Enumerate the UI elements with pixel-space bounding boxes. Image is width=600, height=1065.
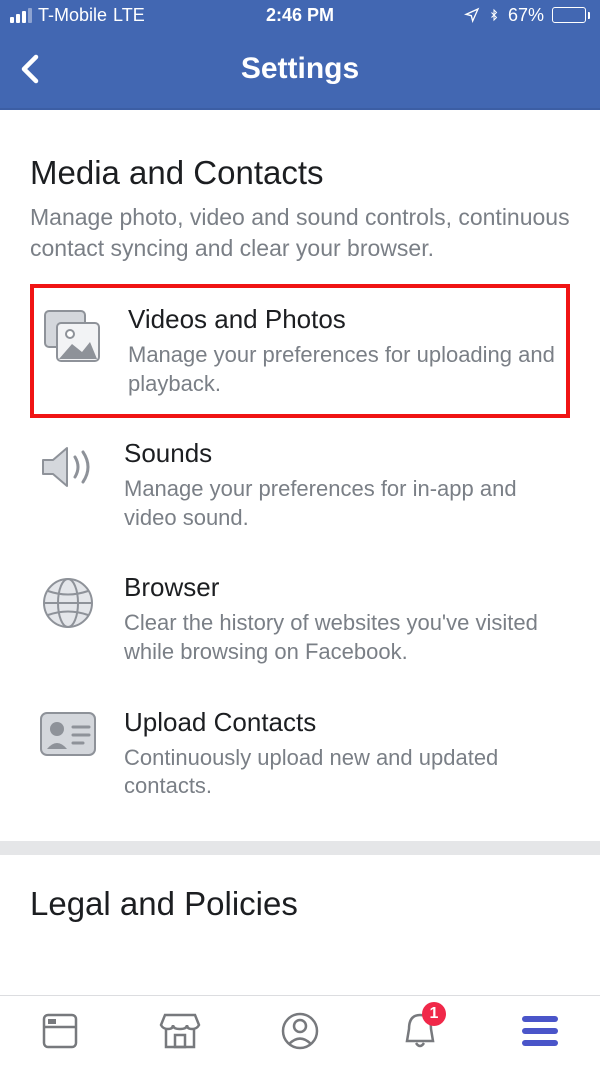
battery-icon	[552, 7, 590, 23]
status-left: T-Mobile LTE	[10, 5, 266, 26]
bluetooth-icon	[488, 6, 500, 24]
tab-profile[interactable]	[270, 1006, 330, 1056]
contact-card-icon	[38, 711, 98, 757]
hamburger-icon	[522, 1016, 558, 1046]
tab-news-feed[interactable]	[30, 1006, 90, 1056]
profile-icon	[280, 1011, 320, 1051]
news-feed-icon	[40, 1011, 80, 1051]
tab-marketplace[interactable]	[150, 1006, 210, 1056]
row-upload-contacts[interactable]: Upload Contacts Continuously upload new …	[30, 687, 570, 821]
section-desc-media: Manage photo, video and sound controls, …	[30, 202, 570, 264]
sound-icon	[38, 442, 98, 492]
row-desc: Continuously upload new and updated cont…	[124, 744, 562, 801]
carrier-label: T-Mobile	[38, 5, 107, 26]
row-title: Videos and Photos	[128, 304, 558, 335]
row-desc: Clear the history of websites you've vis…	[124, 609, 562, 666]
content: Media and Contacts Manage photo, video a…	[0, 110, 600, 995]
row-videos-photos[interactable]: Videos and Photos Manage your preference…	[30, 284, 570, 418]
row-title: Sounds	[124, 438, 562, 469]
section-title-media: Media and Contacts	[30, 154, 570, 192]
row-sounds[interactable]: Sounds Manage your preferences for in-ap…	[30, 418, 570, 552]
row-browser[interactable]: Browser Clear the history of websites yo…	[30, 552, 570, 686]
photos-icon	[42, 308, 102, 364]
network-label: LTE	[113, 5, 145, 26]
row-desc: Manage your preferences for in-app and v…	[124, 475, 562, 532]
status-time: 2:46 PM	[266, 5, 334, 26]
notification-badge: 1	[422, 1002, 446, 1026]
back-button[interactable]	[0, 30, 60, 108]
row-desc: Manage your preferences for uploading an…	[128, 341, 558, 398]
row-title: Browser	[124, 572, 562, 603]
tab-bar: 1	[0, 995, 600, 1065]
marketplace-icon	[159, 1011, 201, 1051]
tab-notifications[interactable]: 1	[390, 1006, 450, 1056]
status-bar: T-Mobile LTE 2:46 PM 67%	[0, 0, 600, 30]
section-divider	[0, 841, 600, 855]
row-title: Upload Contacts	[124, 707, 562, 738]
globe-icon	[38, 576, 98, 630]
location-icon	[464, 7, 480, 23]
page-title: Settings	[0, 52, 600, 86]
tab-menu[interactable]	[510, 1006, 570, 1056]
chevron-left-icon	[20, 54, 40, 84]
nav-bar: Settings	[0, 30, 600, 110]
battery-pct-label: 67%	[508, 5, 544, 26]
section-title-legal: Legal and Policies	[30, 885, 570, 923]
signal-icon	[10, 8, 32, 23]
status-right: 67%	[334, 5, 590, 26]
